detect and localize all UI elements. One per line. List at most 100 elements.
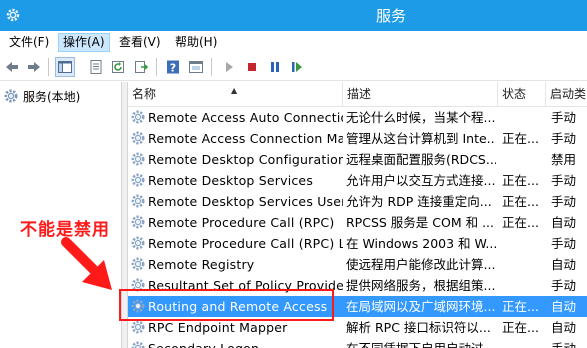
gear-icon	[131, 341, 145, 348]
service-startup-type: 手动	[551, 110, 577, 125]
menu-action[interactable]: 操作(A)	[58, 33, 110, 52]
service-row[interactable]: Remote Desktop Services 允许用户以交互方式连接... 正在.…	[128, 170, 587, 191]
service-description: 在不同凭据下启用启动过...	[346, 338, 496, 348]
service-startup-type: 手动	[551, 173, 577, 188]
service-row[interactable]: Remote Registry 使远程用户能修改此计算... 自动	[128, 254, 587, 275]
service-status	[502, 149, 544, 170]
pause-service-button[interactable]	[265, 57, 285, 77]
service-name: Remote Registry	[148, 257, 255, 272]
console-button[interactable]	[186, 57, 206, 77]
service-name: Remote Desktop Services User...	[148, 194, 343, 209]
column-header: 名称 ▲ 描述 状态 启动类	[128, 82, 587, 107]
service-row[interactable]: Remote Desktop Configuration 远程桌面配置服务(RDC…	[128, 149, 587, 170]
service-name: Secondary Logon	[148, 338, 343, 348]
service-name: Remote Desktop Configuration	[148, 152, 343, 167]
service-startup-type: 禁用	[551, 152, 577, 167]
service-startup-type: 手动	[551, 131, 577, 146]
column-status-label: 状态	[502, 87, 527, 101]
menu-file[interactable]: 文件(F)	[4, 33, 54, 52]
refresh-icon	[112, 61, 124, 73]
gear-icon	[131, 257, 145, 271]
help-button[interactable]: ?	[163, 57, 183, 77]
tree-node-services-local[interactable]: 服务(本地)	[3, 87, 80, 105]
export-list-icon	[135, 61, 149, 73]
service-description: 无论什么时候，当某个程...	[346, 110, 496, 125]
column-status[interactable]: 状态	[498, 82, 546, 107]
service-description: 管理从这台计算机到 Inte...	[346, 131, 496, 146]
service-status: 正在...	[502, 299, 539, 314]
column-startup-label: 启动类	[550, 87, 587, 101]
service-status	[502, 233, 544, 254]
service-row[interactable]: Remote Desktop Services User... 允许为 RDP 连…	[128, 191, 587, 212]
service-description: 提供网络服务，根据组策...	[346, 278, 496, 293]
service-description: RPCSS 服务是 COM 和 ...	[346, 215, 494, 230]
gear-icon	[131, 173, 145, 187]
menu-bar: 文件(F) 操作(A) 查看(V) 帮助(H)	[0, 31, 587, 53]
service-startup-type: 自动	[551, 299, 577, 314]
service-startup-type: 自动	[551, 320, 577, 335]
gear-icon	[131, 320, 145, 334]
service-row[interactable]: Remote Procedure Call (RPC) RPCSS 服务是 COM…	[128, 212, 587, 233]
service-description: 解析 RPC 接口标识符以...	[346, 320, 491, 335]
stop-service-button[interactable]	[242, 57, 262, 77]
service-name: Remote Procedure Call (RPC) L...	[148, 236, 343, 251]
service-status	[502, 338, 544, 348]
refresh-button[interactable]	[108, 57, 128, 77]
properties-icon	[90, 60, 102, 74]
stop-service-icon	[248, 63, 256, 71]
annotation-label: 不能是禁用	[20, 220, 110, 240]
export-list-button[interactable]	[131, 57, 151, 77]
service-description: 在 Windows 2003 和 W...	[346, 236, 496, 251]
tree-node-label: 服务(本地)	[23, 89, 81, 104]
service-description: 在局域网以及广域网环境...	[346, 299, 496, 314]
window-title: 服务	[375, 7, 406, 25]
service-name: Remote Access Connection Ma...	[148, 131, 343, 146]
forward-button[interactable]	[24, 57, 44, 77]
menu-view[interactable]: 查看(V)	[114, 33, 166, 52]
service-status	[502, 254, 544, 275]
start-service-button[interactable]	[219, 57, 239, 77]
service-status: 正在...	[502, 131, 539, 146]
service-description: 允许用户以交互方式连接...	[346, 173, 496, 188]
service-startup-type: 自动	[551, 257, 577, 272]
service-description: 允许为 RDP 连接重定向...	[346, 194, 492, 209]
service-startup-type: 自动	[551, 215, 577, 230]
service-row[interactable]: Remote Access Connection Ma... 管理从这台计算机到 …	[128, 128, 587, 149]
svg-text:?: ?	[170, 62, 176, 75]
service-description: 使远程用户能修改此计算...	[346, 257, 496, 272]
menu-help[interactable]: 帮助(H)	[170, 33, 222, 52]
column-name-label: 名称	[132, 87, 157, 101]
help-icon: ?	[167, 60, 179, 75]
title-bar: 服务	[0, 0, 587, 31]
service-status	[502, 275, 544, 296]
show-hide-tree-button[interactable]	[55, 57, 75, 77]
properties-button[interactable]	[86, 57, 106, 77]
gear-icon	[131, 110, 145, 124]
toolbar-separator	[48, 58, 49, 76]
gear-icon	[131, 194, 145, 208]
resume-service-button[interactable]	[287, 57, 307, 77]
service-startup-type: 手动	[551, 338, 587, 348]
resume-service-icon	[292, 62, 302, 72]
column-startup-type[interactable]: 启动类	[546, 82, 587, 107]
service-row[interactable]: Remote Access Auto Connectio... 无论什么时候，当某…	[128, 107, 587, 128]
start-service-icon	[226, 62, 233, 72]
toolbar-separator	[211, 58, 212, 76]
service-row[interactable]: Remote Procedure Call (RPC) L... 在 Window…	[128, 233, 587, 254]
service-startup-type: 手动	[551, 194, 577, 209]
service-startup-type: 手动	[551, 236, 577, 251]
back-icon	[6, 62, 18, 72]
back-button[interactable]	[2, 57, 22, 77]
service-description: 远程桌面配置服务(RDCS...	[346, 152, 496, 167]
service-name: Remote Desktop Services	[148, 173, 314, 188]
toolbar-separator	[156, 58, 157, 76]
service-name: Remote Procedure Call (RPC)	[148, 215, 335, 230]
service-status	[502, 107, 544, 128]
gear-icon	[131, 215, 145, 229]
service-status: 正在...	[502, 215, 539, 230]
service-row[interactable]: Secondary Logon在不同凭据下启用启动过... 手动	[128, 338, 587, 348]
column-description[interactable]: 描述	[343, 82, 498, 107]
service-status: 正在...	[502, 320, 539, 335]
console-icon	[189, 61, 203, 73]
service-status: 正在...	[502, 173, 539, 188]
